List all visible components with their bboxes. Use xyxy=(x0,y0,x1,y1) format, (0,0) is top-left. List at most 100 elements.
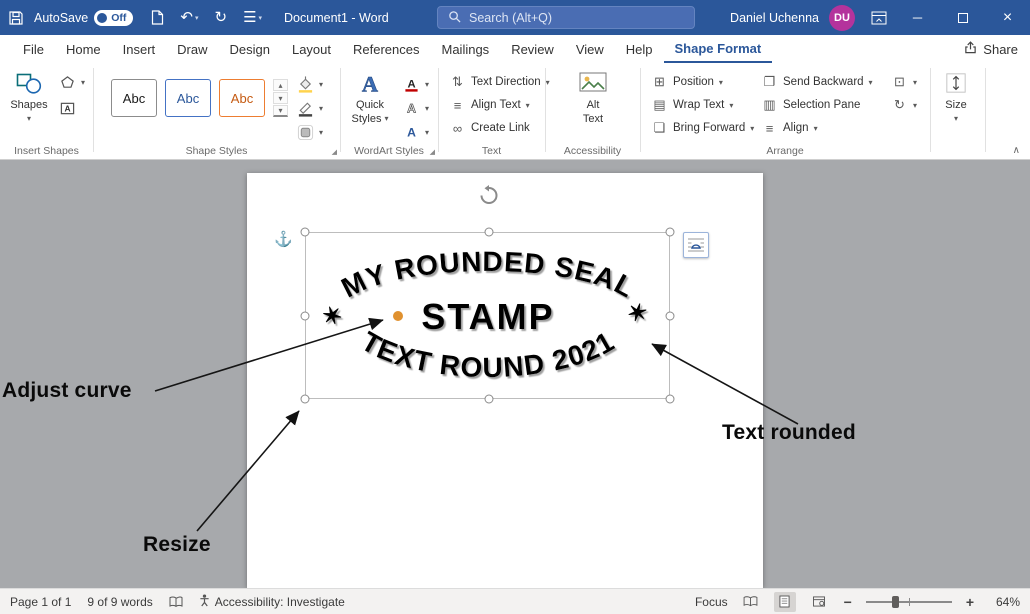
send-backward-button[interactable]: ❐ Send Backward ▾ xyxy=(758,72,876,92)
text-fill-icon: A xyxy=(403,76,420,93)
text-outline-button[interactable]: A ▾ xyxy=(400,98,432,118)
resize-handle-top-left[interactable] xyxy=(301,228,310,237)
wrap-text-label: Wrap Text xyxy=(673,99,724,111)
shape-effects-button[interactable]: ▾ xyxy=(294,122,326,142)
resize-handle-bottom-right[interactable] xyxy=(666,395,675,404)
print-layout-button[interactable] xyxy=(774,592,796,612)
avatar[interactable]: DU xyxy=(829,5,855,31)
resize-handle-top-right[interactable] xyxy=(666,228,675,237)
align-text-button[interactable]: ≡ Align Text ▾ xyxy=(446,95,533,115)
tab-review[interactable]: Review xyxy=(500,35,565,63)
group-insert-shapes: Shapes ▾ ▾ A Insert Shapes xyxy=(0,63,93,159)
resize-handle-top-center[interactable] xyxy=(485,228,494,237)
styles-scroll-down-button[interactable]: ▾ xyxy=(273,92,288,104)
shape-fill-button[interactable]: ▾ xyxy=(294,74,326,94)
zoom-level[interactable]: 64% xyxy=(988,595,1020,609)
chevron-down-icon: ▾ xyxy=(425,104,429,113)
page-indicator[interactable]: Page 1 of 1 xyxy=(10,595,71,609)
alt-text-label-1: Alt xyxy=(587,99,600,112)
save-icon[interactable] xyxy=(0,0,32,35)
search-box[interactable]: Search (Alt+Q) xyxy=(437,6,695,29)
rotate-objects-button[interactable]: ↻ ▾ xyxy=(888,95,920,115)
tab-home[interactable]: Home xyxy=(55,35,112,63)
edit-shape-icon xyxy=(59,75,76,90)
ribbon-display-options-icon[interactable] xyxy=(863,0,895,35)
web-layout-button[interactable] xyxy=(808,592,830,612)
read-mode-button[interactable] xyxy=(740,592,762,612)
shape-style-preset-3[interactable]: Abc xyxy=(219,79,265,117)
resize-handle-bottom-center[interactable] xyxy=(485,395,494,404)
maximize-button[interactable] xyxy=(940,0,985,35)
quick-styles-label-2: Styles xyxy=(352,113,382,126)
text-fill-button[interactable]: A ▾ xyxy=(400,74,432,94)
shape-style-preset-2[interactable]: Abc xyxy=(165,79,211,117)
edit-shape-button[interactable]: ▾ xyxy=(56,72,88,92)
redo-button[interactable]: ↻ xyxy=(206,0,235,35)
undo-button[interactable]: ↶ ▾ xyxy=(172,0,206,35)
position-button[interactable]: ⊞ Position ▾ xyxy=(648,72,726,92)
share-button[interactable]: Share xyxy=(964,35,1018,63)
styles-scroll-up-button[interactable]: ▴ xyxy=(273,79,288,91)
resize-handle-middle-right[interactable] xyxy=(666,312,675,321)
size-icon xyxy=(945,68,967,98)
autosave-toggle[interactable]: Off xyxy=(94,10,133,26)
tab-insert[interactable]: Insert xyxy=(112,35,167,63)
accessibility-checker-button[interactable]: Accessibility: Investigate xyxy=(199,594,345,610)
close-button[interactable]: × xyxy=(985,0,1030,35)
zoom-slider-thumb[interactable] xyxy=(892,596,899,608)
layout-options-button[interactable] xyxy=(683,232,709,258)
size-button[interactable]: Size ▾ xyxy=(934,63,978,143)
create-link-button[interactable]: ∞ Create Link xyxy=(446,118,533,138)
customize-qat-button[interactable]: ☰ ▾ xyxy=(235,0,270,35)
new-document-icon[interactable] xyxy=(143,0,172,35)
tab-help[interactable]: Help xyxy=(615,35,664,63)
collapse-ribbon-button[interactable]: ∧ xyxy=(1013,145,1020,156)
alt-text-button[interactable]: Alt Text xyxy=(571,63,615,143)
focus-button[interactable]: Focus xyxy=(695,595,728,609)
bring-forward-button[interactable]: ❏ Bring Forward ▾ xyxy=(648,118,757,138)
chevron-down-icon: ▾ xyxy=(954,113,958,126)
svg-text:A: A xyxy=(362,71,378,96)
text-effects-icon: A xyxy=(403,124,420,141)
group-objects-icon: ⊡ xyxy=(891,74,908,90)
text-direction-button[interactable]: ⇅ Text Direction ▾ xyxy=(446,72,553,92)
selection-pane-button[interactable]: ▥ Selection Pane xyxy=(758,95,863,115)
account-name[interactable]: Daniel Uchenna xyxy=(730,11,819,25)
tab-view[interactable]: View xyxy=(565,35,615,63)
zoom-slider[interactable] xyxy=(866,595,952,609)
zoom-in-button[interactable]: + xyxy=(964,594,976,610)
wrap-text-button[interactable]: ▤ Wrap Text ▾ xyxy=(648,95,736,115)
anchor-icon[interactable]: ⚓ xyxy=(274,230,293,248)
tab-layout[interactable]: Layout xyxy=(281,35,342,63)
resize-handle-bottom-left[interactable] xyxy=(301,395,310,404)
resize-handle-middle-left[interactable] xyxy=(301,312,310,321)
group-size: Size ▾ xyxy=(930,63,982,159)
accessibility-status-label: Accessibility: Investigate xyxy=(215,595,345,609)
align-button[interactable]: ≡ Align ▾ xyxy=(758,118,821,138)
quick-styles-button[interactable]: A Quick Styles ▾ xyxy=(346,63,394,143)
tab-file[interactable]: File xyxy=(12,35,55,63)
shape-outline-button[interactable]: ▾ xyxy=(294,98,326,118)
tab-draw[interactable]: Draw xyxy=(166,35,218,63)
proofing-icon[interactable] xyxy=(169,596,183,608)
wordart-seal[interactable]: MY ROUNDED SEAL STAMP TEXT ROUND 2021 ✶ … xyxy=(307,234,669,396)
text-effects-button[interactable]: A ▾ xyxy=(400,122,432,142)
group-objects-button[interactable]: ⊡ ▾ xyxy=(888,72,920,92)
draw-text-box-button[interactable]: A xyxy=(56,98,79,118)
minimize-button[interactable]: ─ xyxy=(895,0,940,35)
zoom-slider-center-tick xyxy=(909,598,911,606)
adjust-handle[interactable] xyxy=(393,311,403,321)
rotate-handle-icon[interactable] xyxy=(478,185,500,212)
chevron-down-icon: ▾ xyxy=(319,80,323,89)
zoom-out-button[interactable]: − xyxy=(842,594,854,610)
word-count[interactable]: 9 of 9 words xyxy=(87,595,152,609)
tab-shape-format[interactable]: Shape Format xyxy=(664,35,773,63)
styles-more-button[interactable]: ▾ xyxy=(273,105,288,117)
shapes-button[interactable]: Shapes ▾ xyxy=(5,63,53,143)
tab-design[interactable]: Design xyxy=(219,35,281,63)
tab-references[interactable]: References xyxy=(342,35,430,63)
word-window: AutoSave Off ↶ ▾ ↻ ☰ ▾ Document1 - Word … xyxy=(0,0,1030,614)
shape-style-preset-1[interactable]: Abc xyxy=(111,79,157,117)
tab-mailings[interactable]: Mailings xyxy=(431,35,501,63)
group-label-accessibility: Accessibility xyxy=(545,145,640,157)
